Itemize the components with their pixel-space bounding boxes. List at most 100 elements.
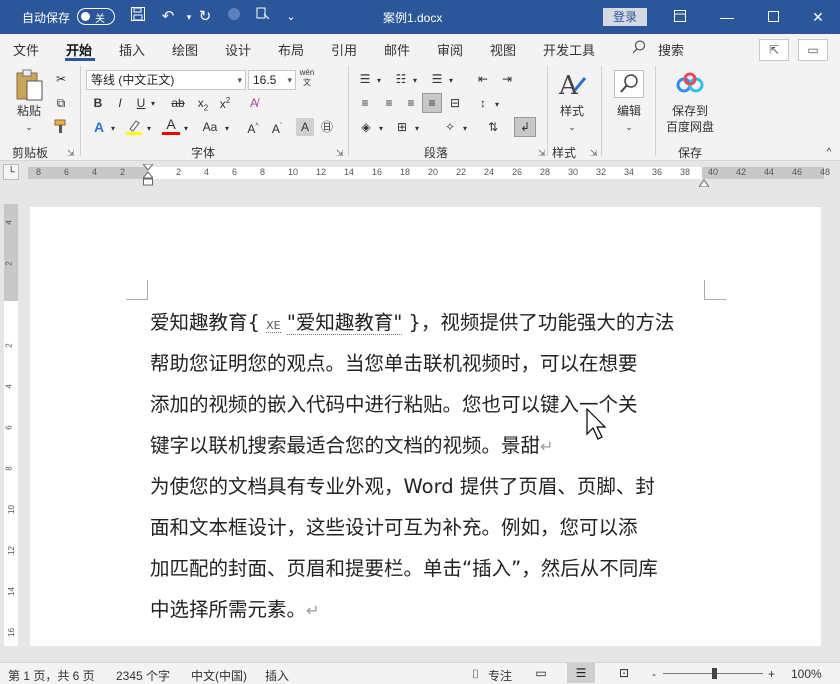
tab-references[interactable]: 引用 [331,40,357,59]
print-layout-icon[interactable]: ☰ [567,663,595,683]
paste-icon[interactable] [14,68,44,102]
copy-icon[interactable]: ⧉ [52,94,70,112]
styles-dropdown-icon[interactable]: ⌄ [563,118,581,136]
strikethrough-icon[interactable]: ab [168,94,188,112]
text-effects-dropdown-icon[interactable]: ▾ [108,120,118,138]
share-icon[interactable]: ⇱ [759,39,789,61]
page-count[interactable]: 第 1 页，共 6 页 [8,667,95,684]
highlight-icon[interactable] [124,118,144,141]
focus-icon[interactable]: ⌷ [472,667,479,682]
language-status[interactable]: 中文(中国) [191,667,247,684]
redo-icon[interactable]: ↻ [194,6,216,28]
save-to-baidu-label-2[interactable]: 百度网盘 [662,118,718,136]
baidu-netdisk-icon[interactable] [675,72,705,98]
read-mode-icon[interactable]: ▭ [527,663,555,683]
font-name-select[interactable]: 等线 (中文正文) ▾ [86,70,246,90]
save-icon[interactable] [127,6,149,28]
underline-icon[interactable]: U [133,94,149,112]
horizontal-ruler[interactable]: 8 6 4 2 2 4 6 8 10 12 14 16 18 20 22 24 26 28 30 32 34 36 38 40… [0,162,840,184]
indent-marker-icon[interactable] [141,163,155,186]
align-center-icon[interactable]: ≡ [380,94,398,112]
cut-icon[interactable]: ✂ [52,70,70,88]
touch-mode-icon[interactable] [252,6,274,28]
increase-indent-icon[interactable]: ⇥ [498,70,516,88]
asian-layout-dropdown-icon[interactable]: ▾ [460,120,470,138]
close-icon[interactable]: ✕ [806,5,830,29]
show-marks-icon[interactable]: ↲ [514,117,536,137]
customize-qat-icon[interactable]: ⌄ [280,6,302,28]
format-painter-icon[interactable] [52,118,70,139]
change-case-icon[interactable]: Aa [198,118,222,136]
clipboard-launcher-icon[interactable]: ⇲ [67,148,75,159]
find-icon[interactable] [614,70,644,98]
shrink-font-icon[interactable]: Aˇ [268,118,286,138]
multilevel-list-icon[interactable]: ☰ [428,70,446,88]
text-effects-icon[interactable]: A [90,118,108,136]
grow-font-icon[interactable]: A^ [244,118,262,138]
font-launcher-icon[interactable]: ⇲ [336,148,344,159]
ribbon-display-icon[interactable] [668,5,692,29]
tab-review[interactable]: 审阅 [437,40,463,59]
underline-dropdown-icon[interactable]: ▾ [148,95,158,113]
maximize-icon[interactable] [761,5,785,29]
tab-file[interactable]: 文件 [13,40,39,59]
tab-view[interactable]: 视图 [490,40,516,59]
numbering-icon[interactable]: ☷ [392,70,410,88]
paste-dropdown-icon[interactable]: ⌄ [20,118,38,136]
bullets-dropdown-icon[interactable]: ▾ [374,72,384,90]
align-right-icon[interactable]: ≡ [402,94,420,112]
xe-field[interactable]: { XE "爱知趣教育" } [248,311,421,335]
circle-icon[interactable] [223,6,245,28]
highlight-dropdown-icon[interactable]: ▾ [144,120,154,138]
character-shading-icon[interactable]: A [296,118,314,136]
tab-developer[interactable]: 开发工具 [543,40,595,59]
tab-insert[interactable]: 插入 [119,40,145,59]
clear-formatting-icon[interactable]: A̸ [244,94,264,112]
align-left-icon[interactable]: ≡ [356,94,374,112]
line-spacing-icon[interactable]: ↕ [474,94,492,112]
phonetic-guide-icon[interactable]: wén 文 [298,68,316,88]
tab-design[interactable]: 设计 [225,40,251,59]
tab-selector-icon[interactable]: └ [3,164,19,180]
numbering-dropdown-icon[interactable]: ▾ [410,72,420,90]
word-count[interactable]: 2345 个字 [116,667,170,684]
zoom-level[interactable]: 100% [791,667,822,681]
tab-draw[interactable]: 绘图 [172,40,198,59]
web-layout-icon[interactable]: ⊡ [610,663,638,683]
bold-icon[interactable]: B [90,94,106,112]
minimize-icon[interactable]: — [715,5,739,29]
tab-search[interactable]: 搜索 [658,40,684,59]
superscript-icon[interactable]: x2 [216,92,234,113]
autosave-toggle[interactable]: 关 [77,8,115,25]
document-body[interactable]: 爱知趣教育{ XE "爱知趣教育" }，视频提供了功能强大的方法 帮助您证明您的… [150,302,710,630]
undo-icon[interactable]: ↶ [157,6,179,28]
login-button[interactable]: 登录 [603,8,647,26]
font-size-select[interactable]: 16.5 ▾ [248,70,296,90]
enclose-characters-icon[interactable]: ㊐ [318,118,336,136]
multilevel-dropdown-icon[interactable]: ▾ [446,72,456,90]
zoom-out-button[interactable]: - [652,667,656,681]
collapse-ribbon-icon[interactable]: ^ [822,144,836,162]
right-indent-marker-icon[interactable] [698,176,710,188]
tab-mailings[interactable]: 邮件 [384,40,410,59]
borders-icon[interactable]: ⊞ [392,118,412,136]
search-icon[interactable] [632,40,646,57]
shading-dropdown-icon[interactable]: ▾ [376,120,386,138]
line-spacing-dropdown-icon[interactable]: ▾ [492,96,502,114]
font-color-icon[interactable]: A [162,116,180,135]
styles-icon[interactable]: A [557,70,587,102]
shading-icon[interactable]: ◈ [356,118,376,136]
bullets-icon[interactable]: ☰ [356,70,374,88]
change-case-dropdown-icon[interactable]: ▾ [222,120,232,138]
asian-layout-icon[interactable]: ✧ [440,118,460,136]
justify-icon[interactable]: ≡ [422,93,442,113]
italic-icon[interactable]: I [112,94,128,112]
zoom-slider-knob[interactable] [712,668,717,679]
tab-home[interactable]: 开始 [66,40,92,59]
subscript-icon[interactable]: x2 [194,94,212,117]
sort-icon[interactable]: ⇅ [484,118,502,136]
focus-label[interactable]: 专注 [488,667,512,684]
borders-dropdown-icon[interactable]: ▾ [412,120,422,138]
distributed-icon[interactable]: ⊟ [446,94,464,112]
paragraph-launcher-icon[interactable]: ⇲ [538,148,546,159]
